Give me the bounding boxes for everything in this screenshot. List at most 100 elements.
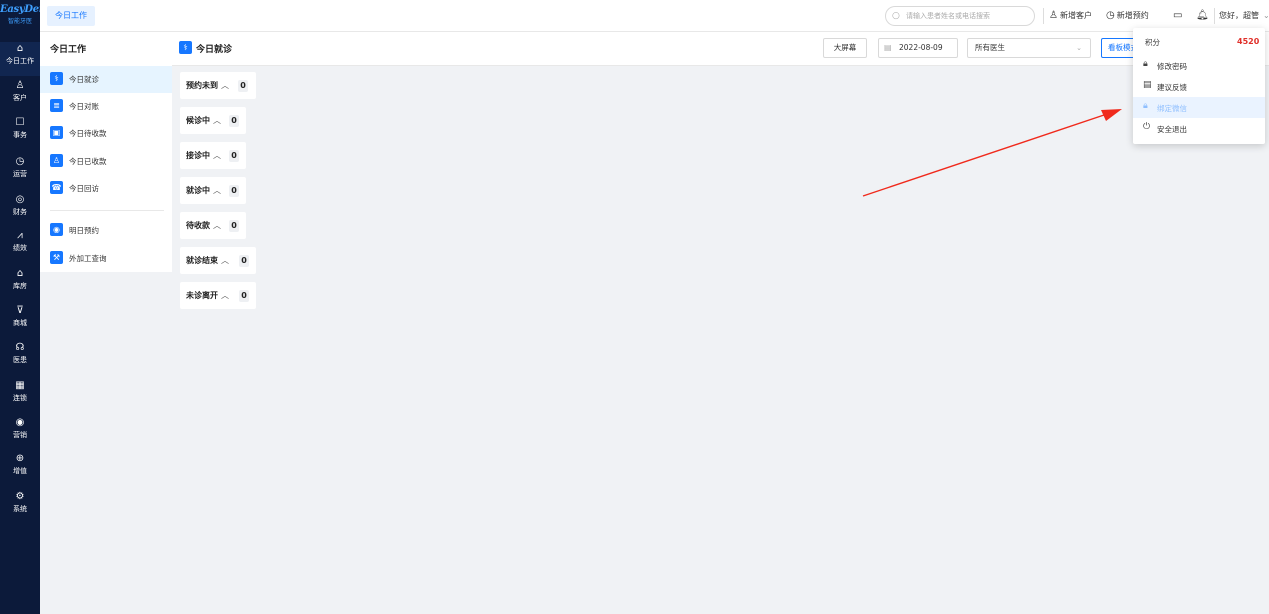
group-label: 预约未到 [186, 81, 218, 90]
greeting: 您好，超管 [1219, 11, 1259, 20]
finance-icon: ◎ [15, 194, 25, 205]
brand-sub: 智能牙医 [7, 18, 32, 25]
doctor-select[interactable]: 所有医生 ⌄ [967, 38, 1091, 58]
rail-label: 营销 [13, 431, 27, 439]
points-value: 4520 [1237, 37, 1260, 46]
group-count: 0 [239, 290, 249, 302]
group-in-treatment[interactable]: 就诊中 ︿ 0 [180, 177, 246, 204]
search-input[interactable]: ○ 请输入患者姓名或电话搜索 [885, 6, 1035, 26]
date-picker[interactable]: ▤ 2022-08-09 [878, 38, 958, 58]
rail-label: 运营 [13, 170, 27, 178]
group-no-show[interactable]: 预约未到 ︿ 0 [180, 72, 256, 99]
new-customer-button[interactable]: ♙ 新增客户 [1049, 9, 1092, 23]
message-button[interactable]: ▭ [1173, 9, 1184, 23]
rail-item-operation[interactable]: ◷ 运营 [0, 155, 40, 189]
rail-label: 商城 [13, 319, 27, 327]
group-count: 0 [229, 220, 239, 232]
rail-item-value-added[interactable]: ⊕ 增值 [0, 452, 40, 486]
app-logo[interactable]: EasyDent 智能牙医 [0, 4, 51, 25]
menu-item-feedback[interactable]: ▤ 建议反馈 [1133, 76, 1265, 97]
sub-nav-label: 今日回访 [69, 184, 99, 193]
chevron-up-icon: ︿ [221, 291, 229, 300]
chain-icon: ▦ [15, 380, 25, 391]
group-waiting[interactable]: 候诊中 ︿ 0 [180, 107, 246, 134]
rail-label: 增值 [13, 467, 27, 475]
date-value: 2022-08-09 [899, 43, 943, 52]
rail-label: 今日工作 [6, 57, 34, 65]
doctor-icon: ☊ [15, 342, 25, 353]
group-receiving[interactable]: 接诊中 ︿ 0 [180, 142, 246, 169]
rail-item-chain[interactable]: ▦ 连锁 [0, 379, 40, 413]
rail-label: 绩效 [13, 244, 27, 252]
sub-nav-label: 今日已收款 [69, 157, 107, 166]
group-label: 接诊中 [186, 151, 210, 160]
chevron-up-icon: ︿ [213, 151, 221, 160]
rail-item-task[interactable]: ☐ 事务 [0, 116, 40, 150]
sub-nav-label: 明日预约 [69, 226, 99, 235]
sub-nav-item-today-visit[interactable]: ⚕ 今日就诊 [40, 66, 172, 93]
warehouse-icon: ⌂ [16, 268, 24, 279]
top-bar: 今日工作 ○ 请输入患者姓名或电话搜索 ♙ 新增客户 ◷ 新增预约 ▭ 🔔︎ 您好，… [40, 0, 1269, 32]
menu-item-change-password[interactable]: 🔒︎ 修改密码 [1133, 55, 1265, 76]
calendar-icon: ▤ [884, 43, 892, 52]
chevron-up-icon: ︿ [213, 186, 221, 195]
clock-icon: ◷ [15, 156, 25, 167]
menu-item-logout[interactable]: ⏻ 安全退出 [1133, 118, 1265, 139]
left-rail: EasyDent 智能牙医 ⌂ 今日工作 ♙ 客户 ☐ 事务 ◷ 运营 ◎ 财务 ⩘ 绩效 … [0, 0, 51, 614]
group-count: 0 [239, 255, 249, 267]
group-count: 0 [229, 115, 239, 127]
brand-name: EasyDent [0, 4, 51, 15]
rail-item-today[interactable]: ⌂ 今日工作 [0, 42, 40, 76]
rail-item-warehouse[interactable]: ⌂ 库房 [0, 267, 40, 301]
rail-item-marketing[interactable]: ◉ 营销 [0, 416, 40, 450]
user-menu[interactable]: 您好，超管 ⌄ [1219, 9, 1269, 23]
outsourcing-icon: ⚒ [50, 251, 63, 264]
rail-item-customer[interactable]: ♙ 客户 [0, 79, 40, 113]
group-count: 0 [229, 150, 239, 162]
message-icon: ▭ [1173, 10, 1183, 21]
rail-item-doctor-patient[interactable]: ☊ 医患 [0, 341, 40, 375]
page-title: 今日就诊 [196, 45, 233, 55]
sub-nav-item-reconcile[interactable]: ≣ 今日对账 [40, 93, 172, 120]
divider [1043, 8, 1044, 24]
points-label: 积分 [1145, 38, 1160, 47]
reconcile-icon: ≣ [50, 99, 63, 112]
search-placeholder: 请输入患者姓名或电话搜索 [906, 12, 990, 20]
rail-label: 财务 [13, 208, 27, 216]
sub-nav-title: 今日工作 [50, 45, 87, 55]
group-pending-payment[interactable]: 待收款 ︿ 0 [180, 212, 246, 239]
new-appointment-button[interactable]: ◷ 新增预约 [1106, 9, 1149, 23]
visit-icon: ⚕ [179, 41, 192, 54]
sub-nav-label: 外加工查询 [69, 254, 107, 263]
sub-nav-item-outsourcing[interactable]: ⚒ 外加工查询 [40, 245, 172, 272]
rail-item-performance[interactable]: ⩘ 绩效 [0, 229, 40, 263]
menu-item-bind-wechat[interactable]: 🔒︎ 绑定微信 [1133, 97, 1265, 118]
menu-item-label: 修改密码 [1157, 62, 1187, 71]
home-icon: ⌂ [16, 43, 24, 54]
new-customer-label: 新增客户 [1059, 11, 1092, 20]
group-label: 就诊结束 [186, 256, 218, 265]
rail-item-finance[interactable]: ◎ 财务 [0, 193, 40, 227]
sub-nav-item-tomorrow-appointment[interactable]: ◉ 明日预约 [40, 217, 172, 244]
arrow-head [1101, 109, 1122, 121]
rail-item-system[interactable]: ⚙ 系统 [0, 490, 40, 524]
rail-item-mall[interactable]: ⊽ 商城 [0, 304, 40, 338]
wechat-bind-icon: 🔒︎ [1143, 101, 1148, 111]
group-finished[interactable]: 就诊结束 ︿ 0 [180, 247, 256, 274]
tab-today-work[interactable]: 今日工作 [47, 6, 95, 26]
sub-nav-item-received-payment[interactable]: ♙ 今日已收款 [40, 148, 172, 175]
big-screen-button[interactable]: 大屏幕 [823, 38, 867, 58]
group-left-untreated[interactable]: 未诊离开 ︿ 0 [180, 282, 256, 309]
rail-label: 系统 [13, 505, 27, 513]
search-icon: ○ [892, 11, 900, 21]
value-added-icon: ⊕ [15, 453, 25, 464]
rail-label: 医患 [13, 356, 27, 364]
cart-icon: ⊽ [16, 305, 24, 316]
notification-button[interactable]: 🔔︎ [1196, 9, 1211, 23]
sub-nav-item-pending-payment[interactable]: ▣ 今日待收款 [40, 120, 172, 147]
new-appointment-label: 新增预约 [1116, 11, 1149, 20]
doctor-select-value: 所有医生 [975, 43, 1005, 52]
sub-nav-item-follow-up[interactable]: ☎ 今日回访 [40, 175, 172, 202]
group-label: 未诊离开 [186, 291, 218, 300]
bell-icon: 🔔︎ [1196, 10, 1209, 21]
